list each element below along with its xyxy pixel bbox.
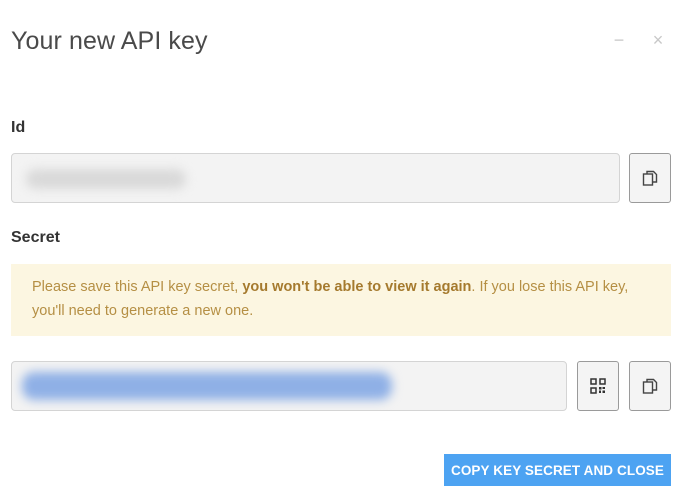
api-key-dialog: Your new API key − × Id Secret Please sa… bbox=[0, 0, 684, 497]
close-icon[interactable]: × bbox=[649, 30, 667, 50]
secret-warning: Please save this API key secret, you won… bbox=[11, 264, 671, 336]
copy-key-secret-and-close-button[interactable]: COPY KEY SECRET AND CLOSE bbox=[444, 454, 671, 486]
warning-text-emphasis: you won't be able to view it again bbox=[242, 279, 472, 295]
secret-input[interactable] bbox=[11, 361, 567, 411]
qr-code-icon bbox=[590, 378, 606, 394]
copy-id-button[interactable] bbox=[629, 153, 671, 203]
id-label: Id bbox=[11, 119, 26, 136]
copy-secret-button[interactable] bbox=[629, 361, 671, 411]
show-qr-code-button[interactable] bbox=[577, 361, 619, 411]
copy-icon bbox=[642, 170, 658, 186]
id-value-redacted bbox=[26, 169, 186, 189]
copy-icon bbox=[642, 378, 658, 394]
warning-text-prefix: Please save this API key secret, bbox=[32, 279, 243, 295]
secret-value-redacted bbox=[22, 372, 392, 400]
secret-label: Secret bbox=[11, 229, 60, 246]
dialog-title: Your new API key bbox=[11, 27, 208, 55]
id-input[interactable] bbox=[11, 153, 620, 203]
minimize-icon[interactable]: − bbox=[610, 30, 628, 50]
